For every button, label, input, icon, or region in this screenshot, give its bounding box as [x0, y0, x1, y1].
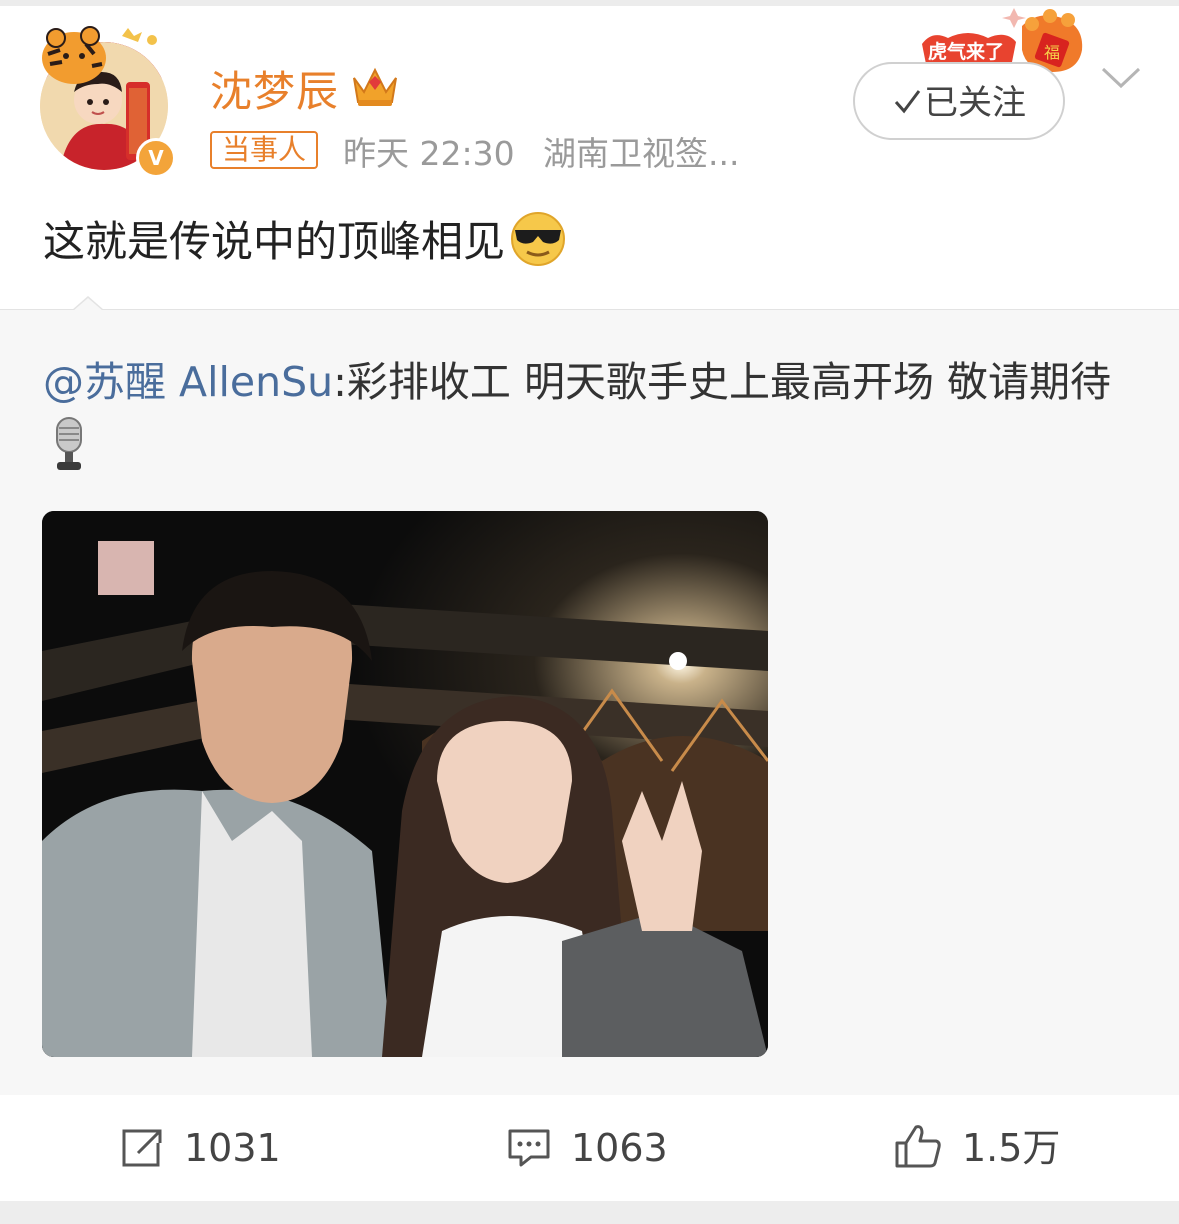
repost-count: 1031: [184, 1126, 281, 1170]
follow-label: 已关注: [924, 83, 1026, 123]
comment-button[interactable]: 1063: [507, 1123, 668, 1173]
thumbs-up-icon: [895, 1125, 941, 1168]
repost-button[interactable]: 1031: [120, 1123, 281, 1173]
chevron-down-icon[interactable]: [1100, 62, 1142, 92]
post-time: 昨天 22:30: [343, 134, 515, 173]
follow-button[interactable]: 已关注: [853, 62, 1065, 140]
comment-icon: [508, 1129, 550, 1167]
sticker-text: 虎气来了: [928, 40, 1004, 63]
like-count: 1.5万: [962, 1126, 1061, 1170]
author-avatar[interactable]: V: [36, 24, 186, 178]
microphone-emoji-icon: [56, 417, 82, 470]
verified-badge: V: [136, 138, 176, 178]
mention-link[interactable]: @苏醒 AllenSu: [43, 358, 333, 406]
repost-text: :彩排收工 明天歌手史上最高开场 敬请期待: [333, 358, 1111, 406]
bottom-divider: [0, 1201, 1179, 1224]
crown-icon: [353, 67, 397, 106]
repost-pointer-fill: [73, 298, 103, 311]
post-text: 这就是传说中的顶峰相见: [43, 217, 506, 266]
post-source[interactable]: 湖南卫视签...: [543, 127, 739, 175]
comment-count: 1063: [571, 1126, 668, 1170]
author-name[interactable]: 沈梦辰: [210, 58, 339, 119]
repost-content: @苏醒 AllenSu:彩排收工 明天歌手史上最高开场 敬请期待: [43, 350, 1143, 478]
repost-photo[interactable]: [42, 511, 768, 1057]
post-content: 这就是传说中的顶峰相见: [43, 208, 567, 269]
tiger-frame-icon: [42, 26, 157, 84]
repost-block[interactable]: @苏醒 AllenSu:彩排收工 明天歌手史上最高开场 敬请期待: [0, 296, 1179, 1096]
stage-selfie-image: [42, 511, 768, 1057]
check-icon: [894, 90, 921, 114]
like-button[interactable]: 1.5万: [894, 1123, 1060, 1173]
action-bar: 1031 1063 1.5万: [0, 1095, 1179, 1201]
cool-sunglasses-emoji-icon: [511, 212, 566, 266]
weibo-post: V 沈梦辰 当事人 昨天 22:30 湖南卫视签... 虎气来了 福 已关注 这…: [0, 0, 1179, 1224]
repost-icon: [122, 1129, 162, 1167]
party-tag: 当事人: [210, 131, 319, 169]
sticker-fu-char: 福: [1044, 44, 1060, 62]
